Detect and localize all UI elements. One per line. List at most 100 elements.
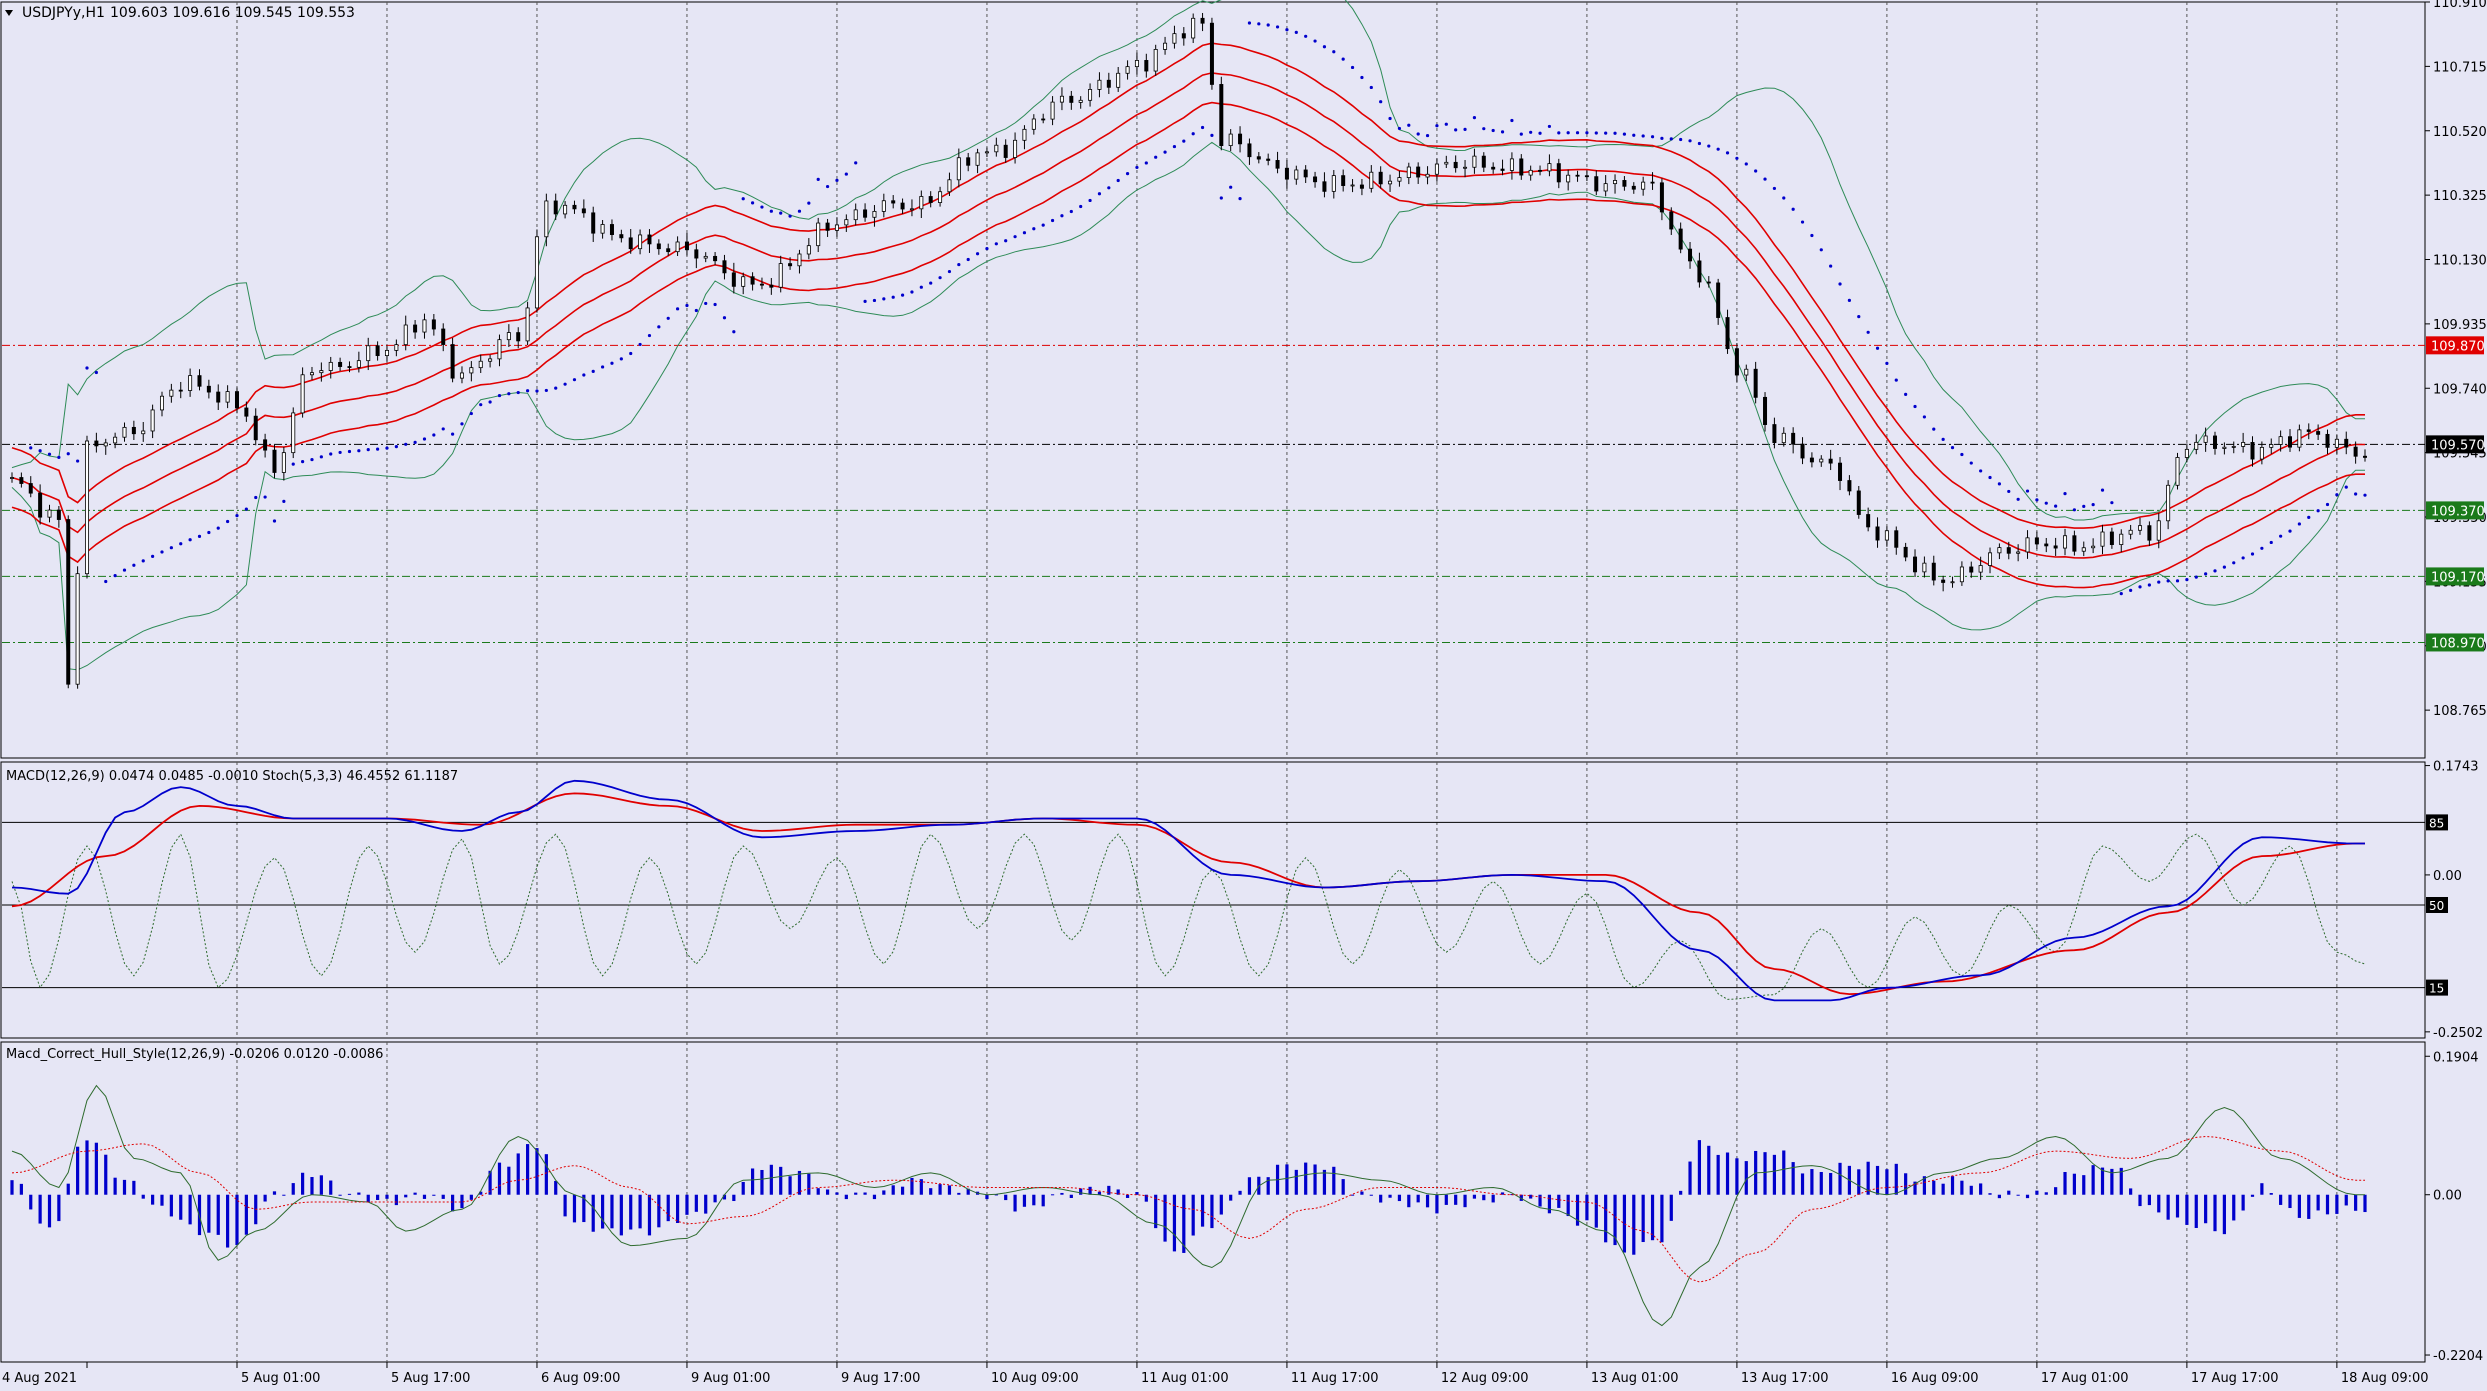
candle-body (188, 375, 193, 391)
candle-body (1772, 424, 1777, 444)
hull-hist-bar (1247, 1177, 1252, 1195)
sar-dot (1622, 132, 1627, 136)
hull-hist-bar (863, 1192, 867, 1195)
hull-hist-bar (2044, 1192, 2048, 1195)
candle-body (1453, 161, 1458, 169)
hull-hist-bar (788, 1176, 792, 1195)
hull-hist-bar (1013, 1194, 1017, 1212)
candle-body (1613, 180, 1618, 185)
hull-hist-bar (1688, 1161, 1692, 1195)
sar-dot (1566, 131, 1570, 135)
sar-dot (1913, 404, 1917, 409)
hull-hist-bar (263, 1194, 267, 1202)
time-label: 10 Aug 09:00 (991, 1371, 1079, 1386)
candle-body (28, 483, 33, 494)
hull-signal-line (11, 1135, 2365, 1283)
chart-svg[interactable]: 110.910 110.715 110.520 110.325 110.130 109.9… (0, 0, 2487, 1387)
sar-dot (1575, 131, 1580, 135)
sar-dot (2344, 485, 2348, 489)
candle-body (1144, 60, 1149, 72)
candle-body (66, 519, 71, 685)
sar-dot (1219, 196, 1223, 200)
sar-dot (1341, 57, 1345, 61)
candle-body (1125, 66, 1130, 74)
chart-window[interactable]: 110.910 110.715 110.520 110.325 110.130 109.9… (0, 0, 2487, 1387)
hull-hist-bar (1304, 1162, 1308, 1195)
panel-frame-1 (0, 1, 2426, 759)
sar-dot (797, 209, 802, 213)
macd-tick-label: 0.00 (2433, 869, 2462, 884)
candle-body (872, 211, 877, 218)
sar-dot (441, 427, 445, 431)
hull-hist-bar (1360, 1191, 1364, 1195)
hull-hist-bar (2138, 1194, 2142, 1207)
candle-body (497, 339, 502, 360)
candle-body (806, 245, 811, 255)
candle-body (1350, 184, 1355, 187)
hull-hist-bar (1491, 1194, 1495, 1203)
candle-body (75, 573, 80, 685)
hull-hist-bar (2260, 1183, 2264, 1195)
candle-body (1266, 158, 1271, 161)
sar-dot (1829, 264, 1833, 268)
hull-hist-bar (891, 1185, 895, 1195)
hull-hist-bar (357, 1192, 361, 1195)
hull-hist-bar (525, 1144, 530, 1195)
time-label: 9 Aug 17:00 (841, 1371, 920, 1386)
sar-dot (1791, 207, 1795, 211)
stoch-level-tag-label: 15 (2429, 982, 2444, 996)
hull-tick-label: 0.00 (2433, 1189, 2462, 1204)
hull-hist-bar (2250, 1194, 2255, 1197)
sar-dot (1425, 133, 1430, 138)
price-tick-label: 110.130 (2433, 254, 2487, 269)
sar-dot (582, 373, 586, 377)
dropdown-triangle-icon[interactable] (5, 10, 13, 16)
candle-body (563, 204, 568, 215)
sar-dot (1894, 378, 1898, 382)
candle-body (1491, 166, 1496, 170)
candle-body (600, 224, 605, 234)
candle-body (834, 224, 839, 231)
candle-body (2166, 484, 2171, 522)
candle-body (1950, 581, 1955, 584)
sar-dot (2335, 493, 2339, 497)
sar-dot (2260, 546, 2264, 550)
sar-dot (141, 559, 145, 563)
sar-dot (2204, 572, 2208, 576)
candle-body (19, 477, 24, 484)
candle-body (1106, 79, 1111, 88)
hull-hist-bar (1669, 1194, 1673, 1221)
sar-dot (235, 514, 239, 518)
candle-body (759, 283, 764, 286)
sar-dot (1660, 136, 1664, 140)
hull-hist-bar (685, 1194, 689, 1215)
sar-dot (657, 325, 661, 329)
sar-dot (1725, 151, 1730, 155)
hull-hist-bar (1313, 1164, 1317, 1195)
candle-body (1509, 158, 1514, 171)
time-label: 17 Aug 01:00 (2041, 1371, 2129, 1386)
candle-body (609, 224, 614, 235)
sar-dot (1847, 298, 1852, 302)
sar-dot (1763, 177, 1767, 181)
hull-hist-bar (769, 1164, 773, 1195)
candle-body (1688, 248, 1693, 262)
candle-body (994, 144, 999, 153)
candle-body (338, 361, 343, 367)
candle-body (1603, 183, 1608, 192)
hull-hist-bar (291, 1183, 295, 1195)
sar-dot (1613, 131, 1617, 135)
candle-body (384, 349, 389, 357)
candle-body (1388, 180, 1393, 185)
candle-body (253, 415, 258, 441)
candle-body (1003, 144, 1008, 158)
hull-hist-bar (282, 1194, 286, 1196)
sar-dot (929, 281, 933, 285)
hull-hist-bar (1332, 1166, 1336, 1195)
candle-body (1463, 166, 1468, 169)
hull-line (11, 1084, 2365, 1327)
hull-hist-bar (2204, 1194, 2208, 1224)
hull-hist-bar (1388, 1194, 1392, 1198)
ohlc-readout: 109.603 109.616 109.545 109.553 (110, 5, 355, 21)
candle-body (1556, 163, 1561, 183)
